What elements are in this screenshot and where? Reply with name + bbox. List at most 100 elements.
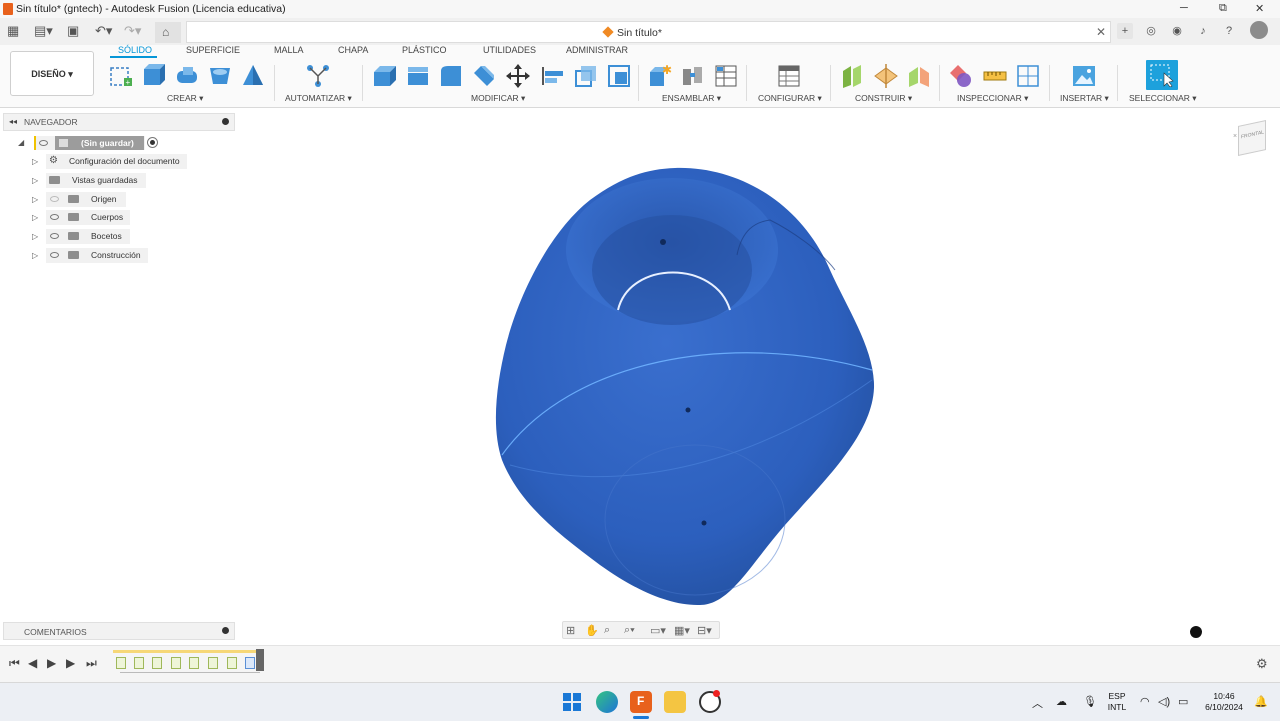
move-copy-icon[interactable] [505, 63, 531, 89]
automate-icon[interactable] [305, 63, 331, 89]
windows-start-icon[interactable] [563, 693, 581, 711]
play-icon[interactable]: ▶ [47, 656, 56, 670]
feedback-icon[interactable] [1190, 626, 1202, 638]
comments-panel[interactable]: COMENTARIOS [3, 622, 235, 640]
document-tab[interactable]: Sin título* ✕ [186, 21, 1111, 43]
sweep-icon[interactable] [207, 63, 233, 89]
create-sketch-icon[interactable]: + [108, 63, 134, 89]
minimize-button[interactable]: ─ [1180, 2, 1188, 14]
new-tab-icon[interactable]: + [1117, 23, 1133, 39]
timeline-feature[interactable] [116, 657, 126, 669]
step-back-icon[interactable]: ◀ [28, 656, 37, 670]
orbit-icon[interactable]: ⊞ [566, 624, 575, 637]
go-to-end-icon[interactable]: ⏭ [86, 656, 97, 671]
scale-icon[interactable] [573, 63, 599, 89]
expand-icon[interactable]: ▷ [32, 195, 38, 204]
redo-icon[interactable]: ↷▾ [124, 23, 141, 39]
group-modificar[interactable]: MODIFICAR ▾ [471, 93, 525, 104]
tab-malla[interactable]: MALLA [274, 45, 304, 55]
configure-table-icon[interactable] [776, 63, 802, 89]
show-hidden-icons[interactable]: ︿ [1032, 695, 1043, 711]
tree-item-origin[interactable]: Origen [46, 192, 126, 207]
joint-icon[interactable] [680, 63, 706, 89]
notifications-icon[interactable]: ♪ [1195, 23, 1211, 39]
job-status-icon[interactable]: ◉ [1169, 23, 1185, 39]
tab-administrar[interactable]: ADMINISTRAR [566, 45, 628, 55]
viewports-icon[interactable]: ⊟▾ [697, 624, 712, 637]
timeline-feature[interactable] [189, 657, 199, 669]
expand-icon[interactable]: ▷ [32, 176, 38, 185]
wifi-icon[interactable]: ◠ [1140, 695, 1150, 708]
expand-icon[interactable]: ▷ [32, 157, 38, 166]
group-crear[interactable]: CREAR ▾ [167, 93, 203, 104]
restore-button[interactable]: ⧉ [1219, 2, 1227, 15]
zoom-window-icon[interactable]: ⌕▾ [624, 624, 635, 637]
help-icon[interactable]: ? [1221, 23, 1237, 39]
hidden-eye-icon[interactable] [50, 196, 59, 202]
bill-of-materials-icon[interactable] [713, 63, 739, 89]
collapse-panel-icon[interactable]: ◂◂ [9, 117, 17, 126]
timeline-feature[interactable] [152, 657, 162, 669]
browser-panel-header[interactable]: ◂◂ NAVEGADOR [3, 113, 235, 131]
grid-settings-icon[interactable]: ▦▾ [674, 624, 690, 637]
interference-icon[interactable] [948, 63, 974, 89]
visibility-eye-icon[interactable] [50, 252, 59, 258]
timeline-feature[interactable] [227, 657, 237, 669]
panel-pin-icon[interactable] [222, 118, 229, 125]
timeline-feature[interactable] [208, 657, 218, 669]
view-cube[interactable]: FRONTAL [1238, 120, 1266, 156]
timeline-settings-icon[interactable]: ⚙ [1256, 656, 1268, 672]
save-icon[interactable]: ▣ [67, 23, 79, 39]
close-tab-icon[interactable]: ✕ [1096, 25, 1106, 39]
file-menu-icon[interactable]: ▤▾ [34, 23, 53, 39]
timeline-feature[interactable] [171, 657, 181, 669]
group-seleccionar[interactable]: SELECCIONAR ▾ [1129, 93, 1197, 104]
timeline-feature[interactable] [245, 657, 255, 669]
press-pull-icon[interactable] [371, 63, 397, 89]
plane-at-angle-icon[interactable] [873, 63, 899, 89]
onedrive-cloud-icon[interactable]: ☁ [1056, 695, 1067, 708]
extensions-icon[interactable]: ◎ [1143, 23, 1159, 39]
tree-item-construction[interactable]: Construcción [46, 248, 148, 263]
step-forward-icon[interactable]: ▶ [66, 656, 75, 670]
timeline-feature[interactable] [134, 657, 144, 669]
visibility-eye-icon[interactable] [39, 140, 48, 146]
visibility-eye-icon[interactable] [50, 214, 59, 220]
workspace-switcher[interactable]: DISEÑO ▾ [10, 51, 94, 96]
grid-menu-icon[interactable]: ▦ [7, 23, 19, 39]
edge-browser-icon[interactable] [596, 691, 618, 713]
tree-item-bodies[interactable]: Cuerpos [46, 210, 130, 225]
measure-icon[interactable] [982, 63, 1008, 89]
tab-chapa[interactable]: CHAPA [338, 45, 368, 55]
select-tool-button[interactable] [1146, 60, 1178, 90]
user-avatar[interactable] [1250, 21, 1268, 39]
group-configurar[interactable]: CONFIGURAR ▾ [758, 93, 822, 104]
expand-icon[interactable]: ▷ [32, 251, 38, 260]
viewport-model[interactable] [480, 160, 900, 620]
group-inspeccionar[interactable]: INSPECCIONAR ▾ [957, 93, 1028, 104]
fillet-icon[interactable] [405, 63, 431, 89]
add-comment-icon[interactable] [222, 627, 229, 634]
loft-icon[interactable] [240, 63, 266, 89]
go-to-start-icon[interactable]: ⏮ [9, 656, 20, 671]
group-insertar[interactable]: INSERTAR ▾ [1060, 93, 1109, 104]
tree-item-document-settings[interactable]: ⚙ Configuración del documento [46, 154, 187, 169]
battery-icon[interactable]: ▭ [1178, 695, 1188, 708]
extrude-icon[interactable] [140, 63, 166, 89]
undo-icon[interactable]: ↶▾ [95, 23, 112, 39]
file-explorer-icon[interactable] [664, 691, 686, 713]
tab-superficie[interactable]: SUPERFICIE [186, 45, 240, 55]
obs-recorder-icon[interactable] [699, 690, 721, 713]
new-component-icon[interactable]: ✱ [647, 63, 673, 89]
expand-icon[interactable]: ▷ [32, 232, 38, 241]
visibility-eye-icon[interactable] [50, 233, 59, 239]
chamfer-icon[interactable] [438, 63, 464, 89]
timeline-marker[interactable] [256, 649, 264, 671]
activate-radio-icon[interactable] [147, 137, 158, 148]
shell-icon[interactable] [471, 63, 497, 89]
clock[interactable]: 10:46 6/10/2024 [1198, 691, 1250, 713]
display-settings-icon[interactable]: ▭▾ [650, 624, 666, 637]
keyboard-language[interactable]: ESP INTL [1105, 691, 1129, 713]
expand-root-icon[interactable]: ◢ [18, 138, 24, 147]
section-analysis-icon[interactable] [1015, 63, 1041, 89]
